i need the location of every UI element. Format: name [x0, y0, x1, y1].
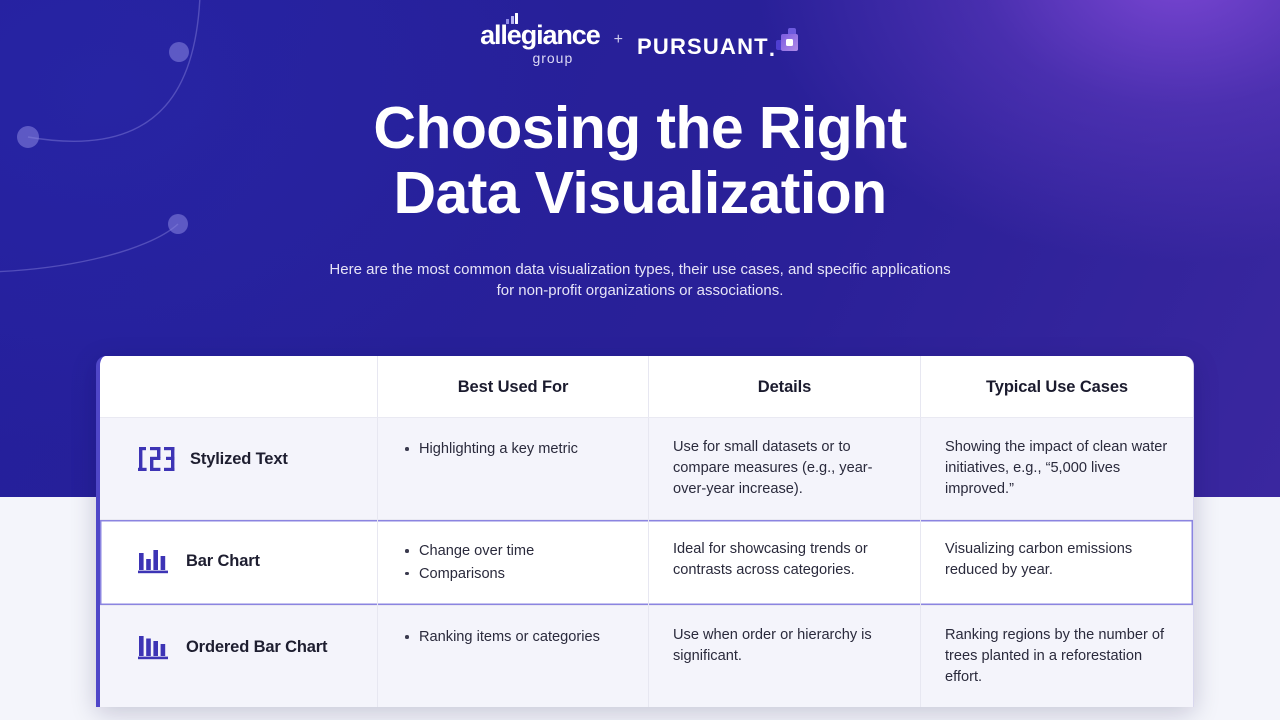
pursuant-logo: PURSUANT .: [637, 26, 800, 62]
pursuant-period: .: [768, 36, 775, 61]
visualization-type-label: Ordered Bar Chart: [186, 637, 328, 656]
table-row[interactable]: Stylized Text Highlighting a key metric …: [100, 417, 1193, 519]
table-cell-details: Ideal for showcasing trends or contrasts…: [648, 520, 920, 606]
bullet-list: Change over time Comparisons: [402, 541, 624, 584]
visualization-type-label: Bar Chart: [186, 551, 260, 570]
table-header-typical-use-cases: Typical Use Cases: [920, 356, 1193, 417]
lockup-plus-symbol: +: [613, 31, 623, 48]
details-text: Use for small datasets or to compare mea…: [673, 439, 873, 497]
bullet-list: Ranking items or categories: [402, 627, 624, 648]
details-text: Ideal for showcasing trends or contrasts…: [673, 541, 868, 578]
page-subtitle: Here are the most common data visualizat…: [329, 261, 951, 300]
pursuant-square-mark-icon: [775, 26, 800, 52]
table-row[interactable]: Ordered Bar Chart Ranking items or categ…: [100, 605, 1193, 708]
ordered-bar-chart-icon: [138, 636, 168, 660]
allegiance-group-logo: allegiance group: [480, 13, 601, 66]
list-item: Change over time: [402, 541, 624, 562]
bar-chart-icon: [138, 550, 168, 574]
table-cell-best-used-for: Change over time Comparisons: [377, 520, 648, 606]
list-item: Ranking items or categories: [402, 627, 624, 648]
table-header-details: Details: [648, 356, 920, 417]
table-cell-type: Bar Chart: [100, 520, 377, 605]
table-cell-use-cases: Showing the impact of clean water initia…: [920, 418, 1193, 519]
brand-lockup: allegiance group + PURSUANT .: [0, 13, 1280, 66]
allegiance-subword: group: [532, 50, 574, 66]
table-header-best-used-for: Best Used For: [377, 356, 648, 417]
infographic-page: allegiance group + PURSUANT . Choosing t…: [0, 0, 1280, 720]
list-item: Highlighting a key metric: [402, 439, 624, 460]
seven-segment-123-icon: [138, 447, 175, 471]
pursuant-wordmark: PURSUANT: [636, 34, 769, 59]
table-cell-use-cases: Ranking regions by the number of trees p…: [920, 606, 1193, 708]
use-cases-text: Visualizing carbon emissions reduced by …: [945, 541, 1133, 578]
table-cell-best-used-for: Highlighting a key metric: [377, 418, 648, 519]
table-header-row: Best Used For Details Typical Use Cases: [100, 356, 1193, 417]
allegiance-wordmark: allegiance: [480, 20, 601, 50]
page-title-line-1: Choosing the Right: [373, 95, 907, 161]
visualization-type-label: Stylized Text: [190, 449, 288, 468]
use-cases-text: Showing the impact of clean water initia…: [945, 439, 1168, 497]
table-cell-use-cases: Visualizing carbon emissions reduced by …: [920, 520, 1193, 606]
use-cases-text: Ranking regions by the number of trees p…: [945, 627, 1165, 686]
visualization-types-table: Best Used For Details Typical Use Cases: [96, 356, 1194, 708]
details-text: Use when order or hierarchy is significa…: [673, 627, 872, 665]
page-title: Choosing the Right Data Visualization: [0, 95, 1280, 227]
bar-chart-accent-icon: [506, 13, 519, 24]
table-cell-best-used-for: Ranking items or categories: [377, 606, 648, 708]
bullet-list: Highlighting a key metric: [402, 439, 624, 460]
table-body: Stylized Text Highlighting a key metric …: [100, 417, 1193, 708]
table-cell-details: Use when order or hierarchy is significa…: [648, 606, 920, 708]
table-cell-type: Stylized Text: [100, 418, 377, 519]
list-item: Comparisons: [402, 564, 624, 585]
table-header-type: [100, 356, 377, 417]
page-title-line-2: Data Visualization: [393, 160, 887, 227]
table-cell-type: Ordered Bar Chart: [100, 606, 377, 707]
table-cell-details: Use for small datasets or to compare mea…: [648, 418, 920, 519]
table-row[interactable]: Bar Chart Change over time Comparisons I…: [100, 519, 1193, 606]
